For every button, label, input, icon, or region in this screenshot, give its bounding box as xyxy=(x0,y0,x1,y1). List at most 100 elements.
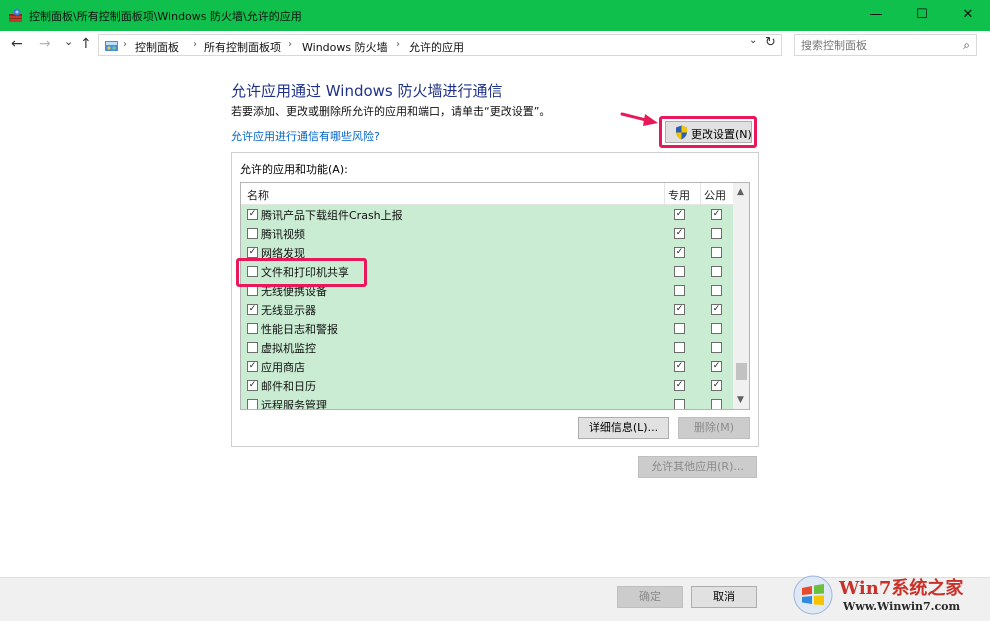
app-enabled-checkbox[interactable] xyxy=(247,399,258,409)
private-network-checkbox[interactable]: ✓ xyxy=(674,209,685,220)
uac-shield-icon xyxy=(676,125,687,140)
minimize-button[interactable]: — xyxy=(853,0,899,31)
details-button[interactable]: 详细信息(L)... xyxy=(578,417,669,439)
private-network-checkbox[interactable] xyxy=(674,399,685,409)
windows-logo-icon xyxy=(793,575,833,615)
list-body: ✓ 腾讯产品下载组件Crash上报 ✓ ✓ 腾讯视频 ✓ ✓ 网络发现 ✓ 文件和打印机共享 无线便… xyxy=(241,205,733,410)
private-network-checkbox[interactable] xyxy=(674,323,685,334)
search-box[interactable]: ⌕ xyxy=(794,34,977,56)
breadcrumb-control-panel[interactable]: 控制面板 xyxy=(135,39,179,55)
public-network-checkbox[interactable] xyxy=(711,228,722,239)
public-network-checkbox[interactable]: ✓ xyxy=(711,380,722,391)
public-network-checkbox[interactable] xyxy=(711,399,722,409)
forward-icon[interactable]: → xyxy=(39,36,51,52)
private-network-checkbox[interactable]: ✓ xyxy=(674,380,685,391)
private-network-checkbox[interactable] xyxy=(674,266,685,277)
page-description: 若要添加、更改或删除所允许的应用和端口，请单击“更改设置”。 xyxy=(231,105,551,118)
list-item[interactable]: ✓ 应用商店 ✓ ✓ xyxy=(241,357,733,376)
list-header: 名称 专用 公用 xyxy=(241,183,733,205)
list-item[interactable]: ✓ 邮件和日历 ✓ ✓ xyxy=(241,376,733,395)
refresh-icon[interactable]: ↻ xyxy=(765,35,776,50)
app-enabled-checkbox[interactable] xyxy=(247,342,258,353)
column-header-private[interactable]: 专用 xyxy=(668,187,690,203)
app-name: 应用商店 xyxy=(261,361,305,374)
window-title: 控制面板\所有控制面板项\Windows 防火墙\允许的应用 xyxy=(29,10,302,23)
search-input[interactable] xyxy=(795,35,955,55)
ok-button[interactable]: 确定 xyxy=(617,586,683,608)
app-enabled-checkbox[interactable]: ✓ xyxy=(247,304,258,315)
column-header-name[interactable]: 名称 xyxy=(247,187,269,203)
public-network-checkbox[interactable] xyxy=(711,342,722,353)
app-name: 腾讯视频 xyxy=(261,228,305,241)
app-name: 性能日志和警报 xyxy=(261,323,338,336)
change-settings-button[interactable]: 更改设置(N) xyxy=(665,121,752,143)
public-network-checkbox[interactable] xyxy=(711,323,722,334)
allowed-apps-list[interactable]: 名称 专用 公用 ✓ 腾讯产品下载组件Crash上报 ✓ ✓ 腾讯视频 ✓ ✓ 网络发现 ✓ 文件… xyxy=(240,182,750,410)
recent-locations-icon[interactable]: ⌄ xyxy=(64,35,73,48)
breadcrumb-allowed-apps[interactable]: 允许的应用 xyxy=(409,39,464,55)
breadcrumb-firewall[interactable]: Windows 防火墙 xyxy=(302,39,388,55)
maximize-button[interactable]: ☐ xyxy=(899,0,945,31)
firewall-app-icon xyxy=(9,8,22,22)
column-header-public[interactable]: 公用 xyxy=(704,187,726,203)
list-item[interactable]: ✓ 腾讯产品下载组件Crash上报 ✓ ✓ xyxy=(241,205,733,224)
title-bar: 控制面板\所有控制面板项\Windows 防火墙\允许的应用 — ☐ ✕ xyxy=(0,0,990,31)
private-network-checkbox[interactable]: ✓ xyxy=(674,304,685,315)
public-network-checkbox[interactable]: ✓ xyxy=(711,304,722,315)
public-network-checkbox[interactable] xyxy=(711,285,722,296)
app-enabled-checkbox[interactable] xyxy=(247,323,258,334)
up-icon[interactable]: ↑ xyxy=(80,36,92,52)
private-network-checkbox[interactable]: ✓ xyxy=(674,247,685,258)
watermark-url: Www.Winwin7.com xyxy=(843,600,961,613)
scroll-down-icon[interactable]: ▼ xyxy=(737,395,744,405)
remove-button[interactable]: 删除(M) xyxy=(678,417,750,439)
close-button[interactable]: ✕ xyxy=(945,0,990,31)
list-item[interactable]: 远程服务管理 xyxy=(241,395,733,410)
app-enabled-checkbox[interactable]: ✓ xyxy=(247,380,258,391)
list-item[interactable]: 腾讯视频 ✓ xyxy=(241,224,733,243)
app-name: 邮件和日历 xyxy=(261,380,316,393)
private-network-checkbox[interactable]: ✓ xyxy=(674,228,685,239)
search-icon[interactable]: ⌕ xyxy=(963,38,970,53)
breadcrumb-separator: › xyxy=(123,39,127,50)
address-bar[interactable]: › 控制面板 › 所有控制面板项 › Windows 防火墙 › 允许的应用 xyxy=(98,34,782,56)
risk-info-link[interactable]: 允许应用进行通信有哪些风险? xyxy=(231,128,380,144)
app-name: 腾讯产品下载组件Crash上报 xyxy=(261,209,403,222)
annotation-arrow-icon xyxy=(620,112,658,126)
app-enabled-checkbox[interactable]: ✓ xyxy=(247,361,258,372)
scroll-thumb[interactable] xyxy=(736,363,747,380)
public-network-checkbox[interactable] xyxy=(711,247,722,258)
app-name: 无线显示器 xyxy=(261,304,316,317)
private-network-checkbox[interactable] xyxy=(674,342,685,353)
private-network-checkbox[interactable] xyxy=(674,285,685,296)
public-network-checkbox[interactable] xyxy=(711,266,722,277)
column-divider[interactable] xyxy=(664,183,665,205)
app-enabled-checkbox[interactable] xyxy=(247,228,258,239)
vertical-scrollbar[interactable]: ▲ ▼ xyxy=(733,183,749,409)
breadcrumb-separator: › xyxy=(396,39,400,50)
list-item[interactable]: 虚拟机监控 xyxy=(241,338,733,357)
breadcrumb-separator: › xyxy=(288,39,292,50)
breadcrumb-separator: › xyxy=(193,39,197,50)
allow-other-app-button[interactable]: 允许其他应用(R)... xyxy=(638,456,757,478)
private-network-checkbox[interactable]: ✓ xyxy=(674,361,685,372)
public-network-checkbox[interactable]: ✓ xyxy=(711,361,722,372)
address-dropdown-icon[interactable]: ⌄ xyxy=(749,35,757,46)
back-icon[interactable]: ← xyxy=(11,36,23,52)
app-enabled-checkbox[interactable]: ✓ xyxy=(247,247,258,258)
change-settings-label: 更改设置(N) xyxy=(691,128,752,141)
watermark: Win7系统之家 Www.Winwin7.com xyxy=(793,571,990,621)
list-item[interactable]: ✓ 无线显示器 ✓ ✓ xyxy=(241,300,733,319)
list-item[interactable]: 性能日志和警报 xyxy=(241,319,733,338)
app-name: 虚拟机监控 xyxy=(261,342,316,355)
page-title: 允许应用通过 Windows 防火墙进行通信 xyxy=(231,82,503,100)
public-network-checkbox[interactable]: ✓ xyxy=(711,209,722,220)
app-enabled-checkbox[interactable]: ✓ xyxy=(247,209,258,220)
scroll-up-icon[interactable]: ▲ xyxy=(737,187,744,197)
column-divider[interactable] xyxy=(700,183,701,205)
allowed-apps-label: 允许的应用和功能(A): xyxy=(240,163,348,176)
app-name: 远程服务管理 xyxy=(261,399,327,410)
watermark-title: Win7系统之家 xyxy=(839,578,964,599)
breadcrumb-all-items[interactable]: 所有控制面板项 xyxy=(204,39,281,55)
cancel-button[interactable]: 取消 xyxy=(691,586,757,608)
